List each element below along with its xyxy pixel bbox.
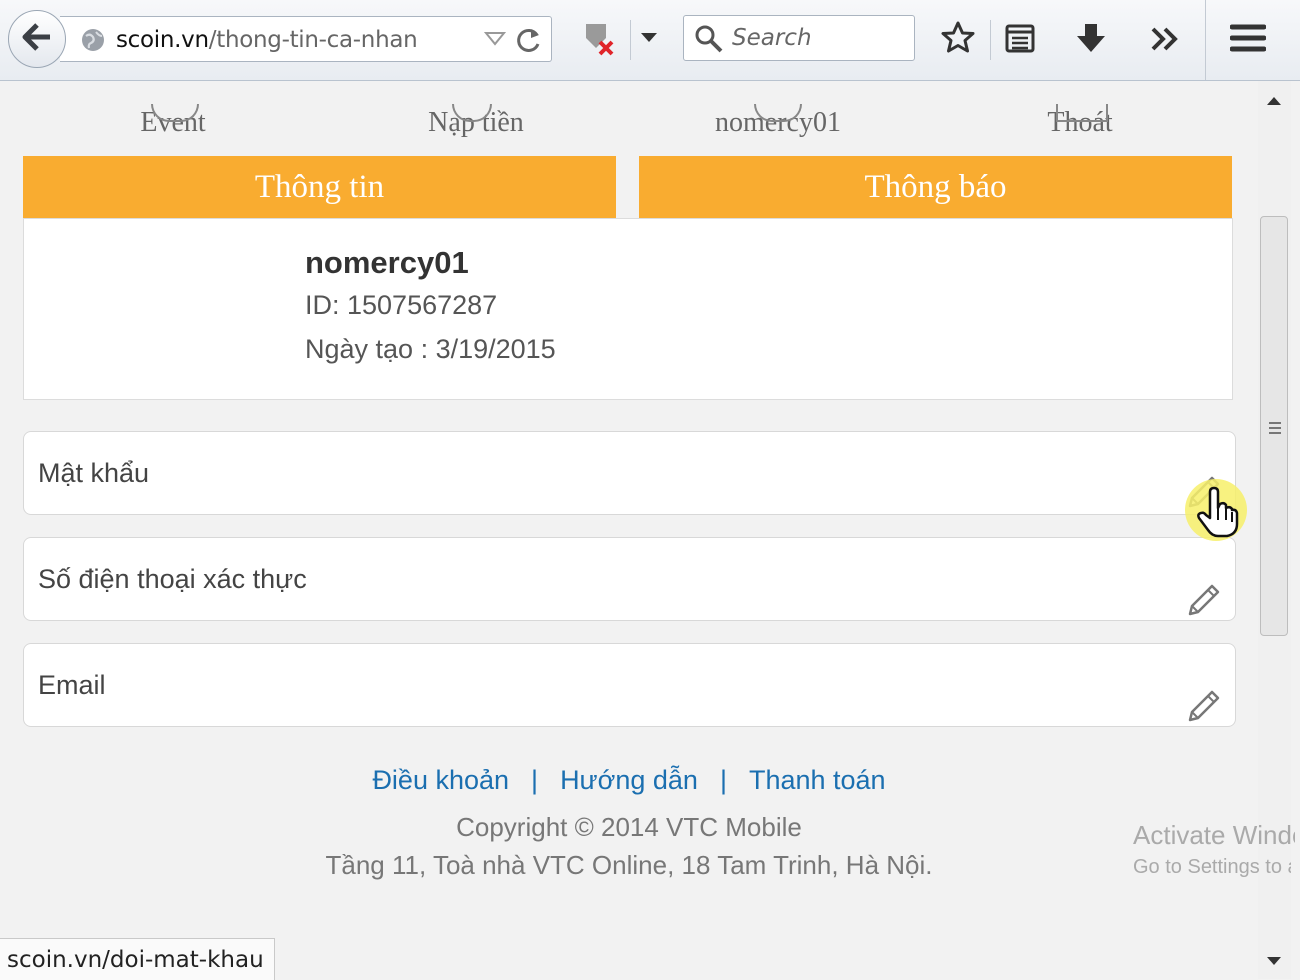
field-label: Email [38, 670, 106, 700]
edit-phone-button[interactable] [1186, 580, 1224, 618]
scrollbar-thumb[interactable] [1260, 216, 1288, 636]
phone-verify-row[interactable]: Số điện thoại xác thực [23, 537, 1236, 621]
grip-icon [1269, 422, 1281, 437]
copyright-text: Copyright © 2014 VTC Mobile [456, 812, 802, 842]
field-label: Mật khẩu [38, 458, 150, 488]
edit-email-button[interactable] [1186, 686, 1224, 724]
search-input[interactable] [732, 24, 902, 52]
scroll-down-icon[interactable] [1266, 953, 1282, 971]
profile-tabs: Thông tin Thông báo [23, 156, 1233, 219]
hamburger-menu-icon[interactable] [1230, 22, 1266, 54]
tab-label: Thông tin [254, 168, 385, 205]
nav-item-event[interactable]: Event [63, 104, 283, 139]
toolbar-separator [990, 20, 991, 60]
globe-icon [80, 27, 106, 58]
hand-cursor-icon [1180, 474, 1250, 549]
toolbar-separator [630, 20, 631, 60]
status-url: scoin.vn/doi-mat-khau [7, 946, 264, 973]
reading-list-icon[interactable] [1004, 22, 1036, 54]
nav-item-account[interactable]: nomercy01 [668, 104, 888, 139]
footer-separator: | [531, 765, 539, 795]
search-box[interactable] [683, 15, 915, 61]
download-icon[interactable] [1074, 22, 1108, 56]
search-icon [694, 24, 724, 59]
overflow-chevron-icon[interactable] [1150, 26, 1180, 52]
link-payment[interactable]: Thanh toán [749, 765, 886, 795]
nav-item-logout[interactable]: Thoát [970, 104, 1190, 139]
url-bar[interactable]: scoin.vn/thong-tin-ca-nhan [60, 16, 552, 62]
browser-toolbar: scoin.vn/thong-tin-ca-nhan [0, 0, 1300, 81]
status-bar: scoin.vn/doi-mat-khau [0, 938, 275, 980]
pencil-icon [1188, 690, 1220, 722]
profile-username: nomercy01 [305, 245, 469, 280]
reload-icon[interactable] [515, 26, 543, 59]
pencil-icon [1188, 584, 1220, 616]
email-row[interactable]: Email [23, 643, 1236, 727]
link-guide[interactable]: Hướng dẫn [560, 765, 698, 795]
tab-thong-bao[interactable]: Thông báo [639, 156, 1232, 218]
toolbar-separator [1205, 0, 1206, 80]
back-arrow-icon [21, 22, 53, 57]
address-text: Tầng 11, Toà nhà VTC Online, 18 Tam Trin… [325, 850, 933, 880]
scroll-up-icon[interactable] [1266, 93, 1282, 111]
profile-id: ID: 1507567287 [305, 290, 498, 320]
activate-windows-subtitle: Go to Settings to activate Windows. [1133, 856, 1291, 878]
url-text[interactable]: scoin.vn/thong-tin-ca-nhan [116, 27, 418, 53]
profile-info-card: nomercy01 ID: 1507567287 Ngày tạo : 3/19… [23, 218, 1233, 400]
page-content: Event Nạp tiền nomercy01 Thoát Thông tin… [0, 81, 1258, 979]
tab-label: Thông báo [864, 168, 1007, 205]
nav-item-nap-tien[interactable]: Nạp tiền [366, 104, 586, 139]
back-button[interactable] [8, 10, 66, 68]
url-history-dropdown-icon[interactable] [483, 31, 507, 52]
field-label: Số điện thoại xác thực [38, 564, 307, 594]
bookmark-star-icon[interactable] [940, 20, 976, 56]
footer-links: Điều khoản | Hướng dẫn | Thanh toán [0, 765, 1258, 796]
logout-icon [1056, 104, 1108, 122]
password-row[interactable]: Mật khẩu [23, 431, 1236, 515]
addon-blocked-icon[interactable] [580, 20, 616, 56]
addon-dropdown-icon[interactable] [640, 32, 658, 44]
profile-created-date: Ngày tạo : 3/19/2015 [305, 334, 556, 364]
tab-thong-tin[interactable]: Thông tin [23, 156, 616, 218]
footer-separator: | [719, 765, 727, 795]
activate-windows-title: Activate Windows [1133, 820, 1295, 850]
link-terms[interactable]: Điều khoản [372, 765, 509, 795]
